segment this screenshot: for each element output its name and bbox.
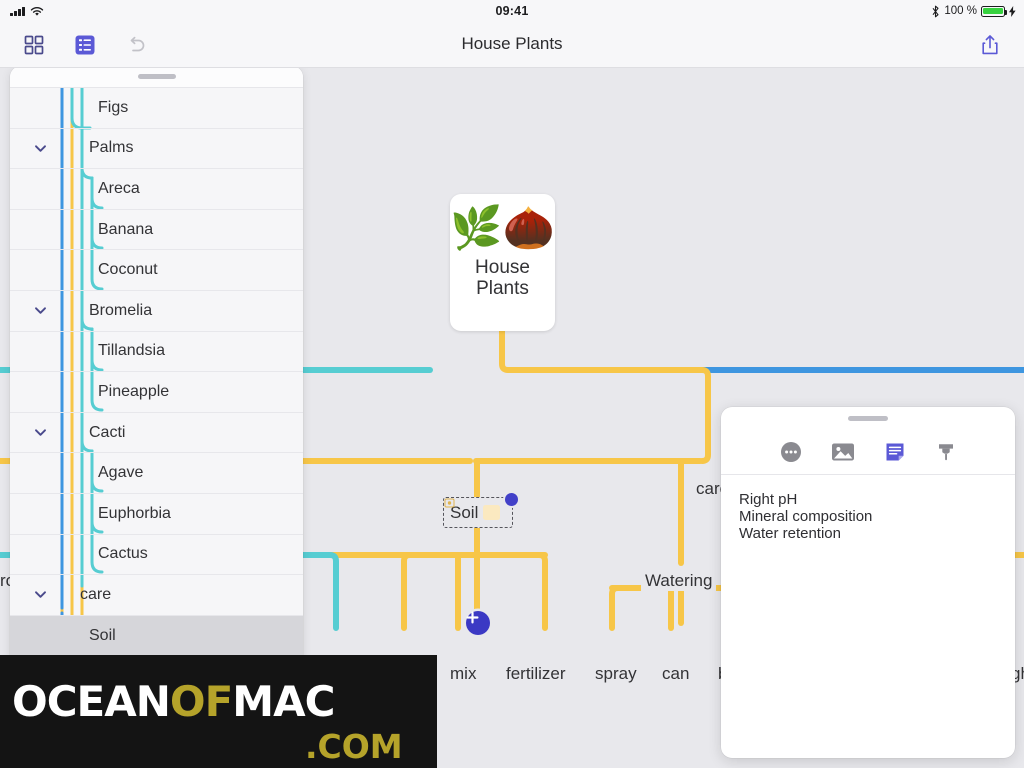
watermark-ocean: OCEAN xyxy=(12,677,171,726)
mindmap-node-soil[interactable]: Soil xyxy=(443,497,513,528)
note-line: Mineral composition xyxy=(739,508,873,525)
mindmap-root-node[interactable]: 🌿🌰 House Plants xyxy=(450,194,555,331)
mindmap-node-fertilizer[interactable]: fertilizer xyxy=(502,664,570,684)
mindmap-node-label: Watering xyxy=(645,571,713,590)
image-icon[interactable] xyxy=(831,442,855,462)
sidebar-item-label: Cactus xyxy=(98,545,148,563)
toolbar-right-group xyxy=(978,22,1002,68)
sidebar-item-label: Areca xyxy=(98,179,140,197)
sidebar-item-cactus[interactable]: Cactus xyxy=(10,535,303,576)
mindmap-node-label: fertilizer xyxy=(506,664,566,683)
sidebar-item-euphorbia[interactable]: Euphorbia xyxy=(10,494,303,535)
watermark-line-1: OCEANOFMAC xyxy=(12,681,335,723)
watermark-mac: MAC xyxy=(232,677,335,726)
sidebar-item-label: Soil xyxy=(89,626,116,644)
chevron-down-icon[interactable] xyxy=(32,302,49,319)
sidebar-drag-handle[interactable] xyxy=(10,66,303,88)
battery-percent-label: 100 % xyxy=(944,5,977,17)
popup-drag-handle[interactable] xyxy=(721,407,1015,429)
sidebar-item-areca[interactable]: Areca xyxy=(10,169,303,210)
sidebar-item-agave[interactable]: Agave xyxy=(10,453,303,494)
sidebar-item-label: care xyxy=(80,585,112,603)
node-inspector-popup[interactable]: Right pH Mineral composition Water reten… xyxy=(721,407,1015,758)
sidebar-item-label: Euphorbia xyxy=(98,504,171,522)
root-node-label: House Plants xyxy=(475,257,530,300)
app-root: 09:41 100 % House Plants 🌿🌰 House Plants… xyxy=(0,0,1024,768)
mindmap-node-watering[interactable]: Watering xyxy=(641,571,717,591)
sidebar-item-label: Pineapple xyxy=(98,382,170,400)
sidebar-item-label: Coconut xyxy=(98,261,158,279)
sidebar-item-pineapple[interactable]: Pineapple xyxy=(10,372,303,413)
mindmap-node-spray[interactable]: spray xyxy=(591,664,641,684)
note-badge-icon xyxy=(444,498,501,520)
sidebar-item-cacti[interactable]: Cacti xyxy=(10,413,303,454)
sidebar-item-label: Palms xyxy=(89,139,134,157)
note-line: Right pH xyxy=(739,491,798,508)
sidebar-item-label: Bromelia xyxy=(89,301,153,319)
sidebar-item-bromelia[interactable]: Bromelia xyxy=(10,291,303,332)
watermark-com: .COM xyxy=(305,727,403,766)
chevron-down-icon[interactable] xyxy=(32,424,49,441)
note-line: Water retention xyxy=(739,525,841,542)
outline-list[interactable]: Figs Palms Areca Banana Coconut Bromelia Tilla… xyxy=(10,88,303,738)
root-label-line2: Plants xyxy=(476,278,529,300)
status-bar-clock: 09:41 xyxy=(495,4,529,18)
watermark-overlay: OCEANOFMAC .COM xyxy=(0,655,437,768)
soil-node-resize-handle[interactable] xyxy=(505,493,518,506)
status-bar-right: 100 % xyxy=(931,5,1016,18)
comment-icon[interactable] xyxy=(780,441,802,463)
plus-icon xyxy=(466,611,479,624)
mindmap-node-label: mix xyxy=(450,664,477,683)
battery-icon xyxy=(981,5,1007,17)
sidebar-item-label: Cacti xyxy=(89,423,126,441)
bluetooth-icon xyxy=(932,5,939,17)
drag-grabber-icon xyxy=(848,415,888,421)
drag-grabber-icon xyxy=(137,74,176,79)
chevron-down-icon[interactable] xyxy=(32,140,49,157)
sidebar-item-label: Banana xyxy=(98,220,154,238)
watermark-line-2: .COM xyxy=(305,730,403,763)
mindmap-node-label: can xyxy=(662,664,690,683)
sidebar-item-palms[interactable]: Palms xyxy=(10,129,303,170)
leaf-nut-icon: 🌿🌰 xyxy=(450,204,555,251)
sidebar-item-soil[interactable]: Soil xyxy=(10,615,303,657)
add-child-node-button[interactable] xyxy=(466,611,490,635)
document-title: House Plants xyxy=(461,34,563,53)
charging-bolt-icon xyxy=(1009,5,1016,17)
status-bar: 09:41 100 % xyxy=(0,0,1024,22)
paintbrush-icon[interactable] xyxy=(935,441,957,463)
popup-tab-bar xyxy=(721,429,1015,475)
note-icon[interactable] xyxy=(884,441,906,463)
mindmap-node-mix[interactable]: mix xyxy=(446,664,481,684)
chevron-down-icon[interactable] xyxy=(32,586,49,603)
mindmap-node-can[interactable]: can xyxy=(658,664,694,684)
mindmap-node-label: spray xyxy=(595,664,637,683)
share-icon[interactable] xyxy=(978,33,1002,57)
sidebar-item-label: Figs xyxy=(98,98,129,116)
root-label-line1: House xyxy=(475,257,530,278)
note-text-body[interactable]: Right pH Mineral composition Water reten… xyxy=(721,475,1015,558)
sidebar-item-tillandsia[interactable]: Tillandsia xyxy=(10,332,303,373)
sidebar-item-coconut[interactable]: Coconut xyxy=(10,250,303,291)
sidebar-item-care[interactable]: care xyxy=(10,575,303,616)
watermark-of: OF xyxy=(169,677,233,726)
sidebar-item-figs[interactable]: Figs xyxy=(10,88,303,129)
sidebar-item-label: Agave xyxy=(98,464,144,482)
sidebar-item-label: Tillandsia xyxy=(98,342,165,360)
app-toolbar: House Plants xyxy=(0,22,1024,68)
sidebar-item-banana[interactable]: Banana xyxy=(10,210,303,251)
